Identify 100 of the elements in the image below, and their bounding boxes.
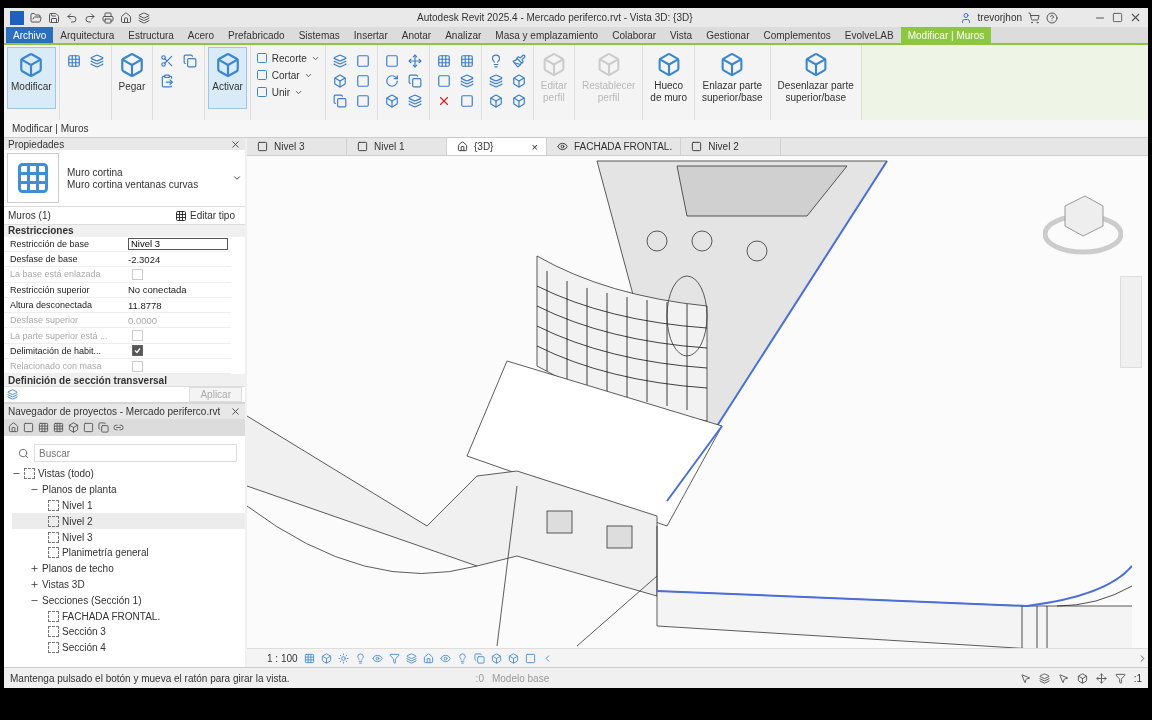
tree-item[interactable]: Nivel 3 <box>12 529 245 545</box>
toolbar-icon[interactable] <box>66 11 78 24</box>
menu-tab[interactable]: Insertar <box>346 27 395 43</box>
toolbar-icon[interactable] <box>102 11 114 24</box>
edit-type-button[interactable]: Editar tipo <box>168 208 241 223</box>
tree-item[interactable]: FACHADA FRONTAL. <box>12 608 245 624</box>
menu-tab[interactable]: Vista <box>663 27 700 43</box>
tree-item[interactable]: Sección 4 <box>12 639 245 656</box>
status-message: Mantenga pulsado el botón y mueva el ratón para girar la vista. <box>10 672 290 684</box>
view-control-icon[interactable] <box>439 652 451 664</box>
tool-glyph-icon <box>355 93 370 108</box>
close-icon[interactable] <box>1129 11 1142 24</box>
ribbon-tool-button[interactable]: Unir <box>253 85 322 99</box>
menu-tab[interactable]: EvolveLAB <box>837 27 901 43</box>
instance-selector[interactable]: Muros (1) <box>8 210 51 222</box>
toolbar-icon[interactable] <box>8 422 19 433</box>
toolbar-icon[interactable] <box>30 11 42 24</box>
tree-item[interactable]: Vistas 3D <box>12 576 245 593</box>
tool-glyph-icon <box>511 93 526 108</box>
view-control-icon[interactable] <box>473 652 485 664</box>
tree-item[interactable]: Sección 3 <box>12 623 245 640</box>
sort-icon[interactable] <box>7 389 18 400</box>
menu-tab[interactable]: Acero <box>180 27 221 43</box>
view-control-icon[interactable] <box>320 652 332 664</box>
ribbon-tool-button[interactable]: Activar <box>208 47 247 109</box>
view-control-icon[interactable] <box>303 652 315 664</box>
user-name[interactable]: trevorjhon <box>977 12 1022 23</box>
toolbar-icon[interactable] <box>113 422 124 433</box>
selection-icon[interactable] <box>1095 672 1107 684</box>
view-control-icon[interactable] <box>371 652 383 664</box>
ribbon-tool-button[interactable]: Cortar <box>253 68 322 82</box>
help-icon[interactable] <box>1046 11 1058 24</box>
menu-tab[interactable]: Analizar <box>438 27 489 43</box>
view-control-icon[interactable] <box>388 652 400 664</box>
ribbon-tool-button[interactable]: Recorte <box>253 51 322 65</box>
toolbar-icon[interactable] <box>120 11 132 24</box>
scale-label[interactable]: 1 : 100 <box>267 652 298 664</box>
filter-icon[interactable] <box>1114 672 1126 684</box>
menu-tab[interactable]: Archivo <box>6 27 54 43</box>
view-control-icon[interactable] <box>422 652 434 664</box>
view-tab[interactable]: Nivel 3 <box>247 138 347 155</box>
menu-tab[interactable]: Masa y emplazamiento <box>488 27 606 43</box>
property-checkbox[interactable] <box>132 345 143 357</box>
search-field[interactable]: Buscar <box>34 444 237 462</box>
expand-icon[interactable] <box>30 564 39 574</box>
view-control-icon[interactable] <box>507 652 519 664</box>
view-control-icon[interactable] <box>524 652 536 664</box>
property-value[interactable]: 11.8778 <box>126 297 231 313</box>
restore-icon[interactable] <box>1112 12 1123 23</box>
view-tab[interactable]: FACHADA FRONTAL. <box>547 138 682 155</box>
property-value[interactable]: -2.3024 <box>126 252 231 267</box>
app-logo[interactable] <box>10 10 24 25</box>
toolbar-icon[interactable] <box>68 422 79 433</box>
panel-title: Navegador de proyectos - Mercado periferco.rvt <box>8 406 221 417</box>
toolbar-icon[interactable] <box>98 422 109 433</box>
tree-item[interactable]: Nivel 2 <box>12 513 245 530</box>
tree-item[interactable]: Planos de planta <box>12 481 245 498</box>
tree-item[interactable]: Secciones (Sección 1) <box>12 592 245 609</box>
tree-item[interactable]: Nivel 1 <box>12 497 245 514</box>
menu-tab[interactable]: Anotar <box>394 27 439 43</box>
tree-item[interactable]: Planimetría general <box>12 545 245 561</box>
menu-tab[interactable]: Sistemas <box>291 27 347 43</box>
property-input[interactable]: Nivel 3 <box>128 237 228 250</box>
toolbar-icon[interactable] <box>83 422 94 433</box>
menu-tab[interactable]: Colaborar <box>605 27 664 43</box>
toolbar-icon[interactable] <box>48 11 60 24</box>
cart-icon[interactable] <box>1028 11 1040 24</box>
ribbon-tool-button[interactable]: Modificar <box>7 47 56 109</box>
tree-item[interactable]: Planos de techo <box>12 560 245 577</box>
view-control-icon[interactable] <box>456 652 468 664</box>
property-value[interactable]: No conectada <box>126 282 231 297</box>
tree-item[interactable]: Vistas (todo) <box>12 466 245 482</box>
user-icon[interactable] <box>959 11 972 24</box>
toolbar-icon[interactable] <box>138 11 150 24</box>
selection-icon[interactable] <box>1057 672 1069 684</box>
toolbar-icon[interactable] <box>84 11 96 24</box>
close-icon[interactable] <box>230 138 241 150</box>
toolbar-icon[interactable] <box>38 422 49 433</box>
menu-tab[interactable]: Prefabricado <box>221 27 292 43</box>
close-icon[interactable] <box>230 406 241 417</box>
view-control-icon[interactable] <box>354 652 366 664</box>
view-tab[interactable]: {3D} × <box>447 138 547 155</box>
menu-tab[interactable]: Arquitectura <box>53 27 122 43</box>
menu-tab[interactable]: Complementos <box>756 27 838 43</box>
menu-tab[interactable]: Gestionar <box>699 27 757 43</box>
view-control-icon[interactable] <box>337 652 349 664</box>
toolbar-icon[interactable] <box>23 422 34 433</box>
toolbar-icon[interactable] <box>53 422 64 433</box>
expand-icon[interactable] <box>30 579 39 589</box>
property-label: Restricción de base <box>9 237 91 251</box>
view-tab[interactable]: Nivel 2 <box>681 138 782 155</box>
selection-icon[interactable] <box>1038 672 1050 684</box>
eye-icon <box>557 141 568 152</box>
view-control-icon[interactable] <box>490 652 502 664</box>
menu-tab[interactable]: Estructura <box>121 27 181 43</box>
property-label: Altura desconectada <box>9 299 94 312</box>
tool-glyph-icon <box>355 53 370 68</box>
selection-icon[interactable] <box>1019 672 1031 684</box>
selection-icon[interactable] <box>1076 672 1088 684</box>
view-control-icon[interactable] <box>405 652 417 664</box>
